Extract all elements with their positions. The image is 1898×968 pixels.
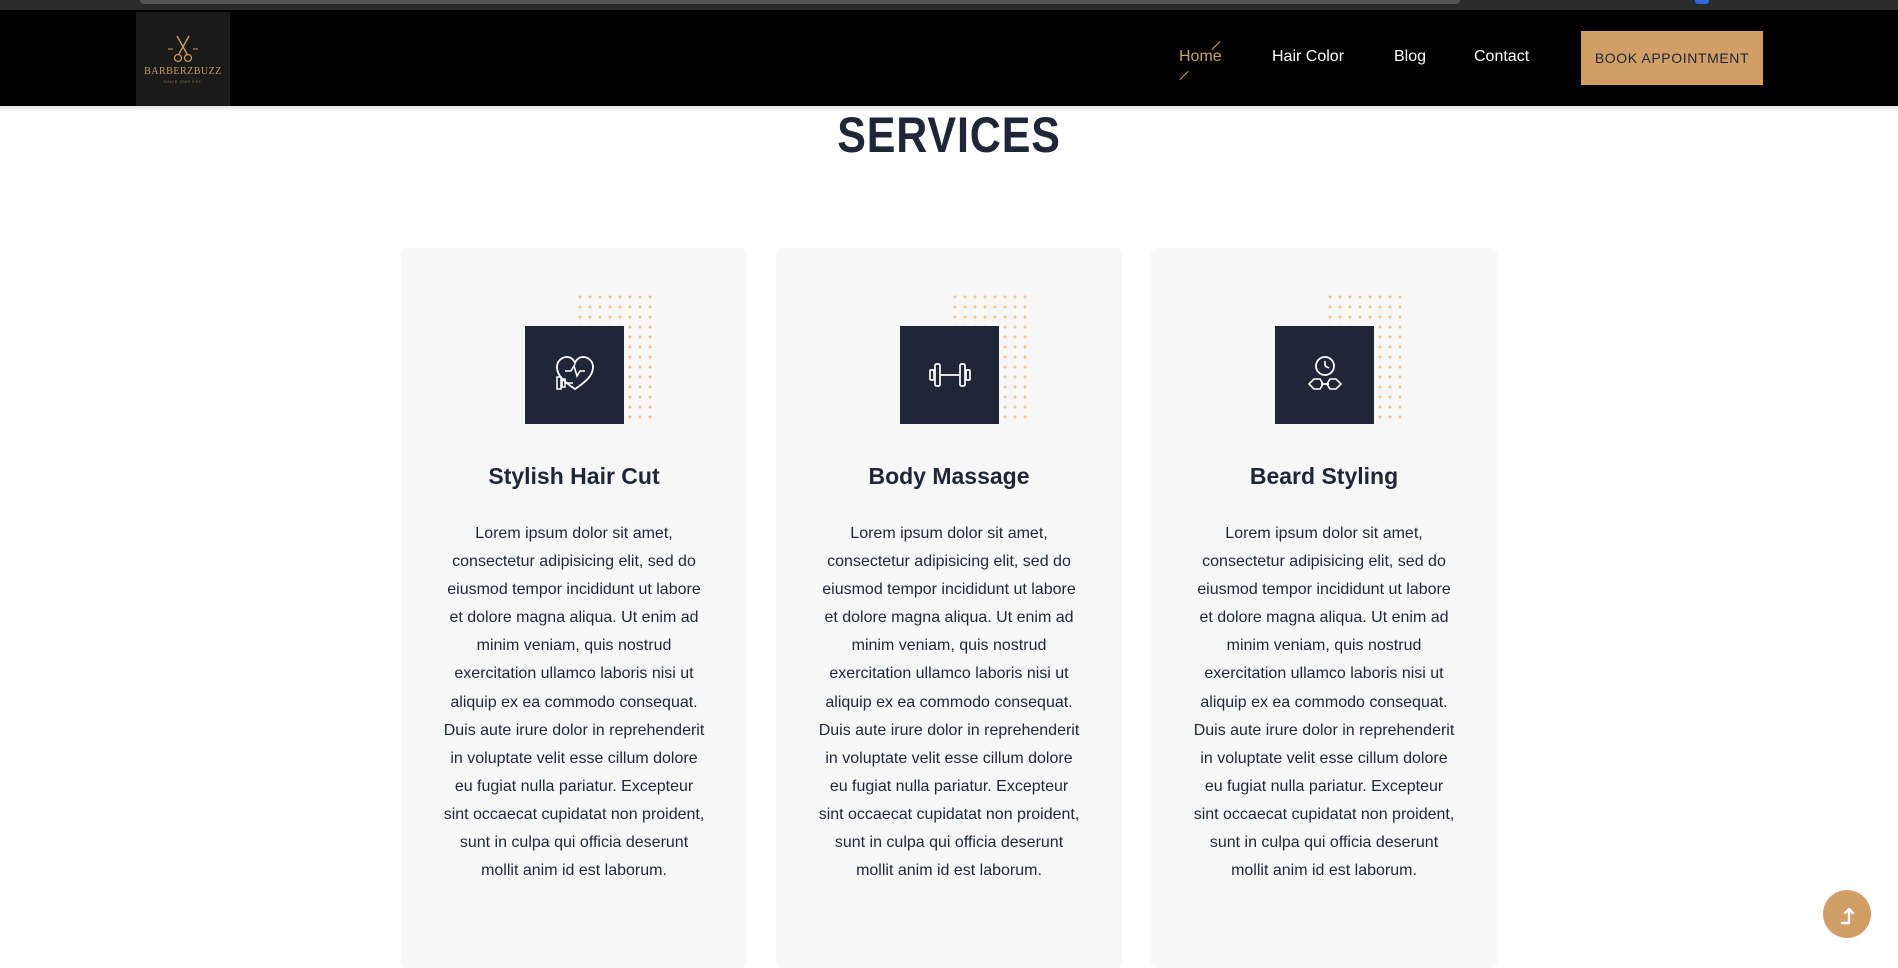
site-header: BARBERZBUZZ SINCE 2020 EST. Home Hair Co… [0,10,1898,106]
book-appointment-button[interactable]: BOOK APPOINTMENT [1581,31,1763,85]
service-icon-wrap [900,292,1032,424]
service-description: Lorem ipsum dolor sit amet, consectetur … [1193,525,1455,880]
scissors-icon [168,35,198,63]
browser-indicator-dot [1695,0,1709,4]
scroll-to-top-button[interactable] [1823,890,1871,938]
service-title: Body Massage [868,463,1030,489]
service-card: Body Massage Lorem ipsum dolor sit amet,… [776,248,1122,968]
nav-home[interactable]: Home [1179,48,1222,66]
dumbbell-icon [928,363,971,387]
service-description: Lorem ipsum dolor sit amet, consectetur … [818,525,1080,880]
active-marker-bottom [1179,70,1189,81]
service-icon-wrap [1275,292,1407,424]
browser-top-strip [0,0,1898,10]
service-title: Beard Styling [1249,463,1399,489]
service-card: Beard Styling Lorem ipsum dolor sit amet… [1151,248,1497,968]
service-icon-wrap [525,292,657,424]
service-icon-box [1275,326,1374,424]
nav-hair-color[interactable]: Hair Color [1272,48,1344,66]
stopwatch-dumbbell-icon [1307,356,1342,390]
service-card: Stylish Hair Cut Lorem ipsum dolor sit a… [401,248,747,968]
service-description: Lorem ipsum dolor sit amet, consectetur … [443,525,705,880]
section-title: SERVICES [837,107,1061,163]
site-logo[interactable]: BARBERZBUZZ SINCE 2020 EST. [136,12,230,106]
browser-scroll-indicator [140,0,1460,4]
arrow-up-icon [1840,907,1855,925]
service-title: Stylish Hair Cut [488,463,660,489]
service-icon-box [525,326,624,424]
brand-tagline: SINCE 2020 EST. [163,79,203,84]
nav-contact[interactable]: Contact [1474,48,1529,66]
brand-name: BARBERZBUZZ [144,66,222,77]
service-icon-box [900,326,999,424]
heart-dumbbell-icon [555,356,594,391]
nav-blog[interactable]: Blog [1394,48,1426,66]
